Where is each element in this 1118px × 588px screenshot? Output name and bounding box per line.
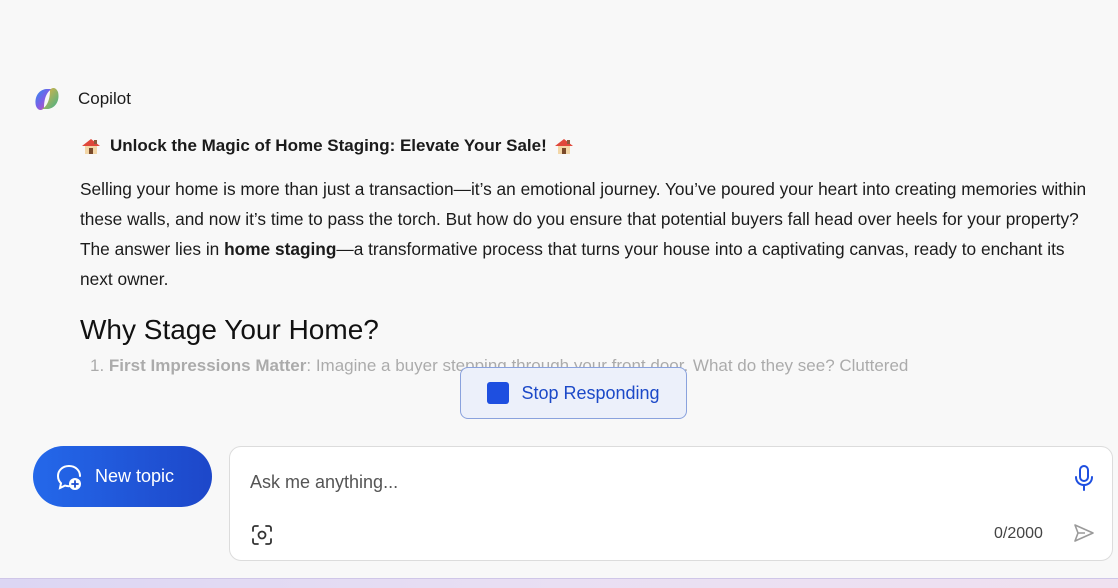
chat-input[interactable] <box>250 469 1030 495</box>
bottom-edge-strip <box>0 578 1118 588</box>
assistant-message: Unlock the Magic of Home Staging: Elevat… <box>80 136 1100 376</box>
house-emoji-icon <box>82 139 100 154</box>
new-topic-label: New topic <box>95 466 175 486</box>
list-item-bold: First Impressions Matter <box>108 356 307 375</box>
section-heading: Why Stage Your Home? <box>80 314 379 345</box>
character-count: 0/2000 <box>994 525 1043 542</box>
headline-text: Unlock the Magic of Home Staging: Elevat… <box>110 136 547 155</box>
microphone-icon[interactable] <box>1072 463 1096 493</box>
send-icon[interactable] <box>1072 521 1096 545</box>
message-sender: Copilot <box>32 86 131 112</box>
paragraph-bold-text: home staging <box>224 239 337 259</box>
composer: 0/2000 <box>229 446 1113 561</box>
new-topic-button[interactable]: New topic <box>33 446 212 507</box>
message-headline: Unlock the Magic of Home Staging: Elevat… <box>80 136 1100 156</box>
copilot-logo <box>35 87 59 111</box>
stop-icon <box>487 382 510 404</box>
sender-name: Copilot <box>78 89 131 108</box>
house-emoji-icon <box>554 139 573 154</box>
new-chat-bubble-icon <box>56 464 81 490</box>
message-paragraph: Selling your home is more than just a tr… <box>80 174 1095 294</box>
visual-search-icon[interactable] <box>250 523 274 547</box>
stop-responding-button[interactable]: Stop Responding <box>460 367 687 419</box>
chat-area: Copilot Unlock the Magic of Home Staging… <box>0 0 1118 588</box>
stop-responding-label: Stop Responding <box>521 382 660 403</box>
list-item-number: 1. <box>90 356 105 375</box>
